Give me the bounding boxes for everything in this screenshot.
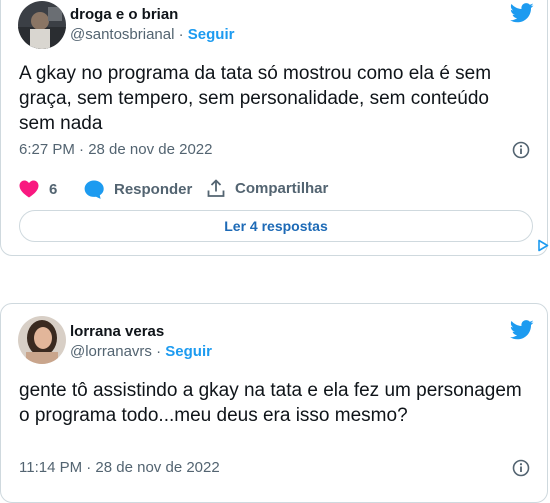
follow-button[interactable]: Seguir — [165, 343, 212, 360]
avatar[interactable] — [18, 1, 66, 49]
tweet-card: lorrana veras @lorranavrs · Seguir gente… — [0, 303, 548, 503]
twitter-bird-icon[interactable] — [510, 320, 534, 340]
author-handle-row: @lorranavrs · Seguir — [70, 343, 212, 360]
separator: · — [156, 343, 162, 360]
author-handle-row: @santosbrianal · Seguir — [70, 26, 234, 43]
author-handle[interactable]: @santosbrianal — [70, 26, 174, 43]
info-icon[interactable] — [512, 141, 530, 159]
tweet-text: A gkay no programa da tata só mostrou co… — [19, 63, 492, 134]
reply-bubble-icon — [84, 180, 104, 199]
timestamp[interactable]: 11:14 PM · 28 de nov de 2022 — [19, 459, 220, 476]
author-name[interactable]: lorrana veras — [70, 323, 164, 340]
info-icon[interactable] — [512, 459, 530, 477]
adchoices-icon[interactable] — [537, 239, 550, 252]
reply-label: Responder — [114, 181, 193, 198]
separator: · — [178, 26, 184, 43]
like-button[interactable]: 6 — [19, 180, 57, 198]
twitter-bird-icon[interactable] — [510, 3, 534, 23]
avatar[interactable] — [18, 316, 66, 364]
heart-icon — [19, 180, 39, 198]
share-button[interactable]: Compartilhar — [207, 179, 328, 198]
reply-button[interactable]: Responder — [84, 180, 192, 199]
like-count: 6 — [49, 180, 58, 198]
tweet-card: droga e o brian @santosbrianal · Seguir … — [0, 0, 548, 256]
author-name[interactable]: droga e o brian — [70, 6, 178, 23]
follow-button[interactable]: Seguir — [188, 26, 235, 43]
read-replies-button[interactable]: Ler 4 respostas — [19, 210, 533, 242]
share-icon — [207, 179, 225, 197]
timestamp[interactable]: 6:27 PM · 28 de nov de 2022 — [19, 141, 212, 158]
author-handle[interactable]: @lorranavrs — [70, 343, 152, 360]
tweet-text: gente tô assistindo a gkay na tata e ela… — [19, 380, 522, 426]
share-label: Compartilhar — [235, 180, 329, 197]
